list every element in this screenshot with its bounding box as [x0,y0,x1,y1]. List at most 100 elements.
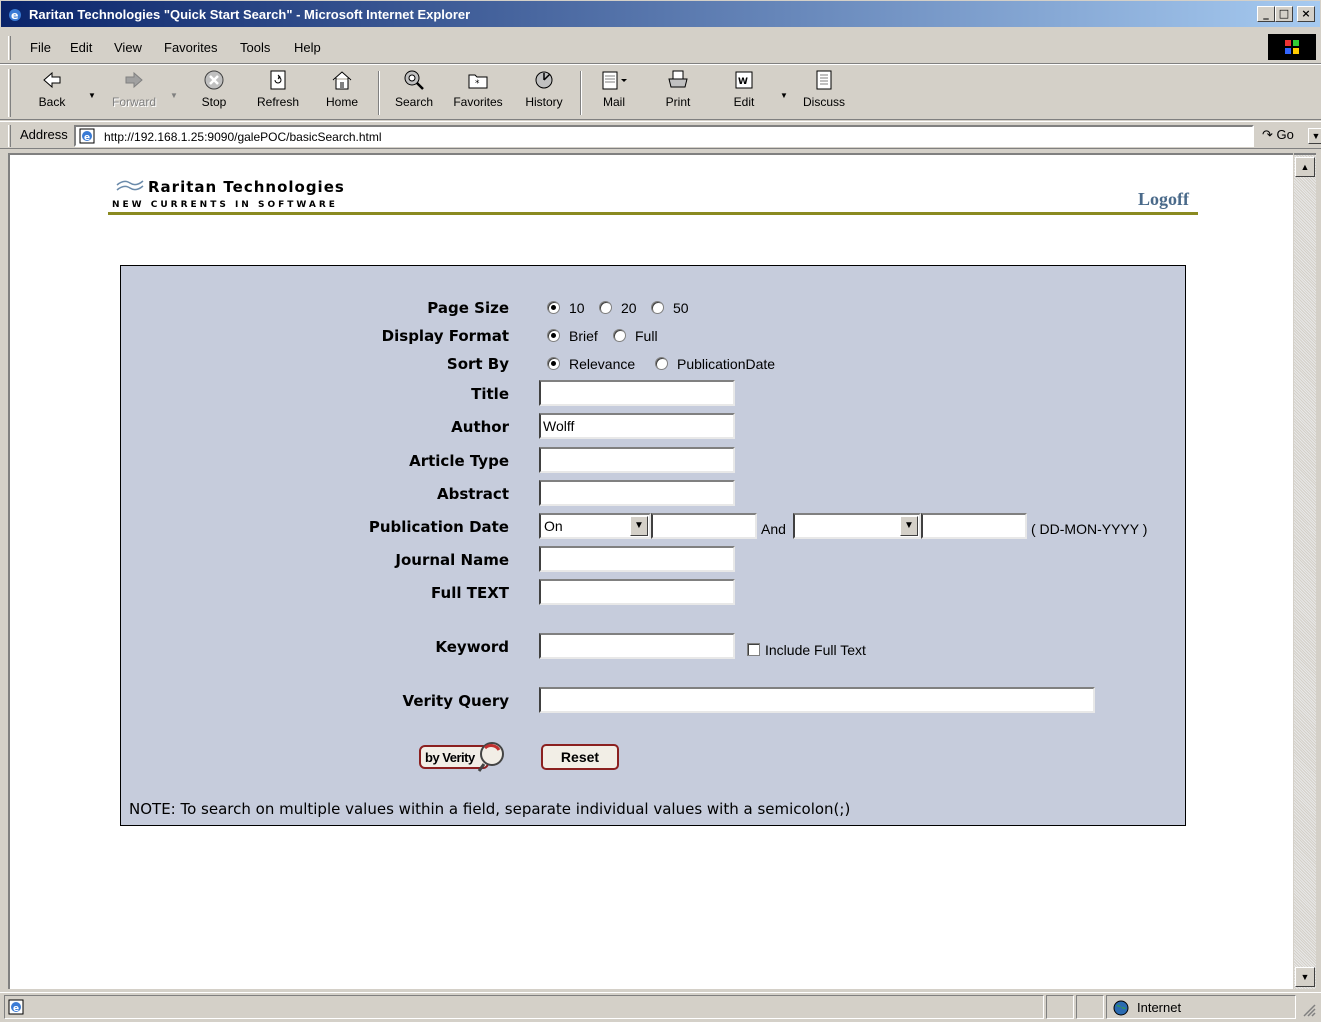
toolbar-grip[interactable] [8,69,11,117]
pubdate-operator2-select[interactable]: ▼ [793,513,921,539]
ie-logo-icon: e [9,9,21,22]
forward-dropdown-icon[interactable]: ▼ [170,91,178,100]
menu-tools[interactable]: Tools [240,40,270,55]
page-size-50-label: 50 [673,300,689,316]
pubdate-operator-select[interactable]: On ▼ [539,513,651,539]
favorites-button[interactable]: * Favorites [448,69,508,117]
pubdate-operator-value: On [544,518,563,534]
scroll-down-icon[interactable]: ▼ [1295,967,1315,987]
sort-pubdate-label: PublicationDate [677,356,776,372]
home-icon [332,71,352,90]
status-zone-cell: Internet [1106,995,1296,1019]
title-bar[interactable]: e Raritan Technologies "Quick Start Sear… [0,0,1321,28]
minimize-button[interactable]: _ [1257,6,1275,22]
resize-grip-icon[interactable] [1302,1003,1316,1017]
page-size-10-radio[interactable] [547,301,560,314]
status-lock-cell [1076,995,1104,1019]
logoff-link[interactable]: Logoff [1138,189,1189,210]
menu-help[interactable]: Help [294,40,321,55]
maximize-button[interactable]: □ [1275,6,1293,22]
keyword-input[interactable] [539,633,735,659]
ie-page-icon: e [8,999,24,1015]
back-dropdown-icon[interactable]: ▼ [88,91,96,100]
include-full-text-checkbox[interactable] [747,643,760,656]
history-icon [535,71,553,89]
author-input[interactable]: Wolff [539,413,735,439]
pubdate-format-hint: ( DD-MON-YYYY ) [1031,521,1148,537]
verity-query-label: Verity Query [402,692,509,710]
edit-dropdown-icon[interactable]: ▼ [780,91,788,100]
display-brief-label: Brief [569,328,598,344]
stop-label: Stop [201,95,227,109]
discuss-button[interactable]: Discuss [796,69,852,117]
journal-name-input[interactable] [539,546,735,572]
magnifier-icon [477,742,504,772]
address-dropdown-icon[interactable]: ▼ [1308,128,1321,144]
display-brief-radio[interactable] [547,329,560,342]
svg-text:W: W [738,77,748,87]
menu-view[interactable]: View [114,40,142,55]
back-label: Back [38,95,66,109]
menu-edit[interactable]: Edit [70,40,92,55]
pubdate-to-input[interactable] [921,513,1027,539]
address-input[interactable]: e http://192.168.1.25:9090/galePOC/basic… [74,125,1321,147]
chevron-down-icon: ▼ [900,516,918,536]
windows-flag-icon [1285,40,1299,54]
toolbar-separator [378,71,380,115]
menu-file[interactable]: File [30,40,51,55]
search-by-verity-button[interactable]: by Verity [417,740,509,774]
raritan-waves-logo [116,180,144,191]
svg-text:e: e [11,9,18,22]
menu-grip[interactable] [8,36,11,60]
scroll-up-icon[interactable]: ▲ [1295,157,1315,177]
windows-throbber [1268,34,1316,60]
history-button[interactable]: History [518,69,570,117]
display-full-label: Full [635,328,658,344]
history-label: History [525,95,563,109]
author-label: Author [451,418,509,436]
menu-favorites[interactable]: Favorites [164,40,217,55]
search-form-panel: Page Size 10 20 50 Display Format Brief … [120,265,1186,826]
verity-button-label: by Verity [425,750,475,765]
page-size-20-radio[interactable] [599,301,612,314]
sort-relevance-radio[interactable] [547,357,560,370]
mail-button[interactable]: Mail [592,69,636,117]
page-size-50-radio[interactable] [651,301,664,314]
address-label: Address [20,127,68,142]
publication-date-label: Publication Date [368,518,509,536]
refresh-button[interactable]: Refresh [250,69,306,117]
discuss-icon [816,70,832,90]
display-full-radio[interactable] [613,329,626,342]
go-button[interactable]: ↷ Go [1262,127,1294,143]
page-size-label: Page Size [427,299,509,317]
header-divider [108,212,1198,215]
edit-button[interactable]: W Edit [724,69,764,117]
reset-button[interactable]: Reset [541,744,619,770]
article-type-input[interactable] [539,447,735,473]
title-input[interactable] [539,380,735,406]
stop-button[interactable]: Stop [192,69,236,117]
back-button[interactable]: Back [30,69,74,117]
home-button[interactable]: Home [318,69,366,117]
pubdate-from-input[interactable] [651,513,757,539]
edit-label: Edit [733,95,755,109]
full-text-label: Full TEXT [431,584,509,602]
abstract-input[interactable] [539,480,735,506]
sort-pubdate-radio[interactable] [655,357,668,370]
standard-toolbar: Back ▼ Forward ▼ Stop Refresh Home Searc… [0,64,1321,120]
go-label: Go [1276,127,1294,142]
search-button[interactable]: Search [388,69,440,117]
forward-button[interactable]: Forward [106,69,162,117]
full-text-input[interactable] [539,579,735,605]
mail-label: Mail [602,95,625,109]
vertical-scrollbar[interactable]: ▲ ▼ [1294,153,1316,989]
svg-text:*: * [475,79,480,89]
address-grip[interactable] [8,125,11,147]
address-bar: Address e http://192.168.1.25:9090/galeP… [0,121,1321,149]
mail-icon [602,71,627,90]
verity-query-input[interactable] [539,687,1095,713]
search-note: NOTE: To search on multiple values withi… [129,800,851,818]
search-globe-icon [404,70,424,90]
print-button[interactable]: Print [658,69,698,117]
close-button[interactable]: × [1297,6,1315,22]
